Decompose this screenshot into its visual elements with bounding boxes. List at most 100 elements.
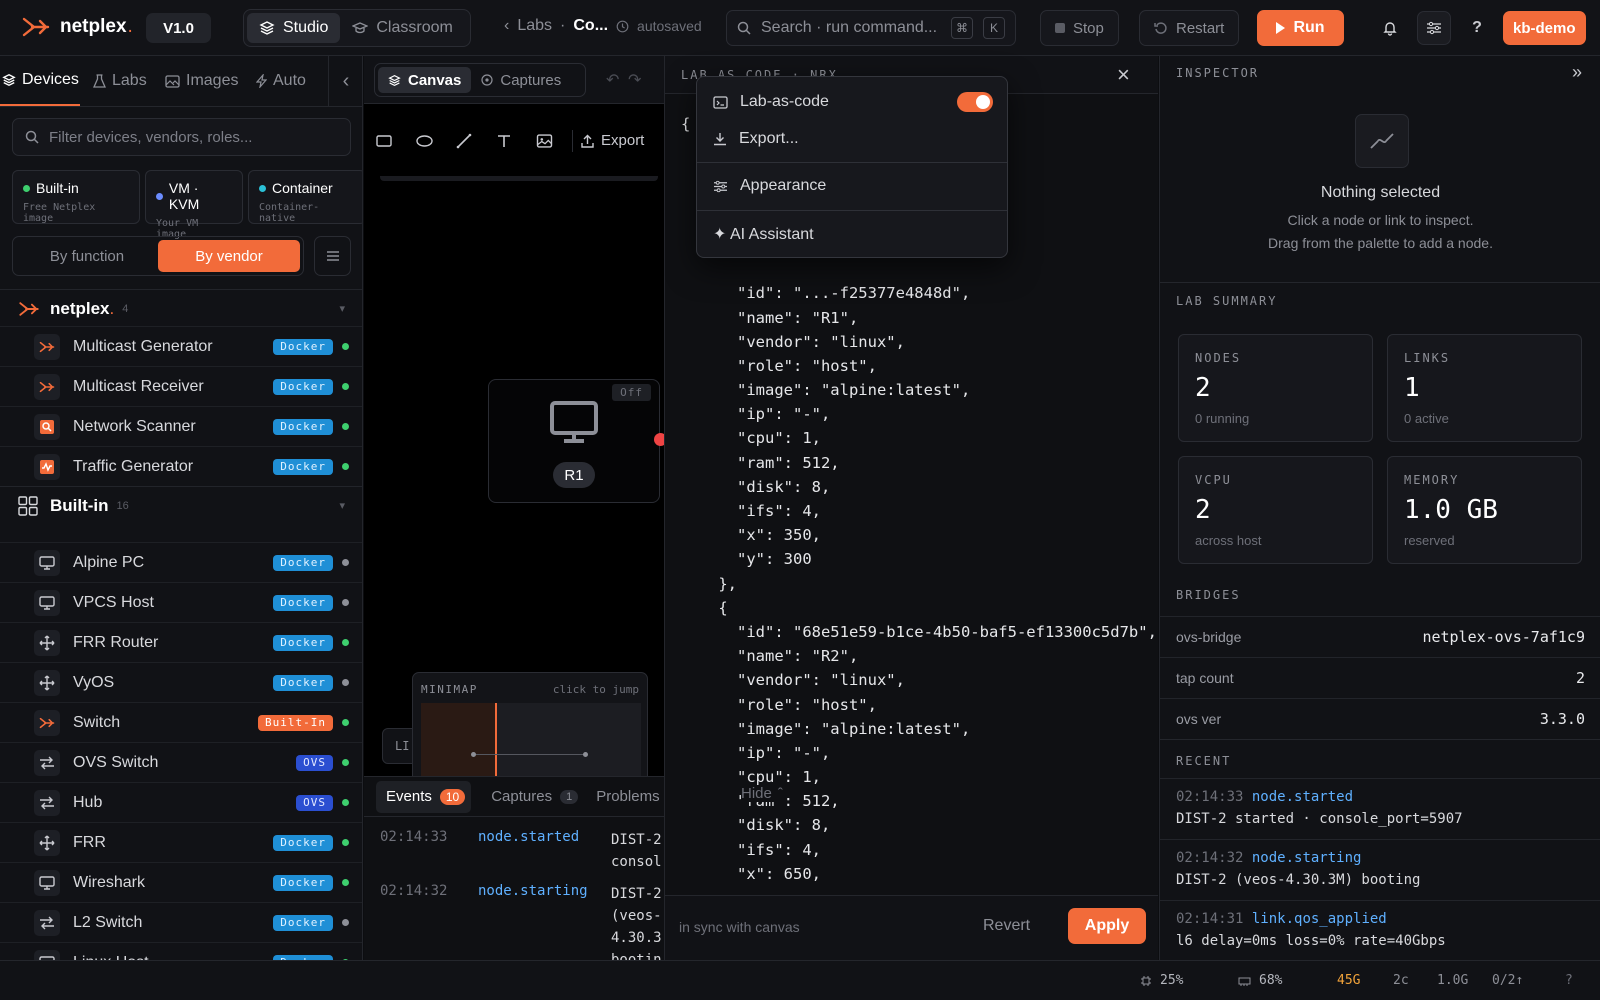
device-item-switch[interactable]: Switch Built-In bbox=[0, 702, 362, 742]
export-canvas-button[interactable]: Export bbox=[581, 132, 644, 149]
event-time: 02:14:33 bbox=[380, 829, 448, 845]
run-button[interactable]: Run bbox=[1257, 10, 1344, 46]
device-item-frr-router[interactable]: FRR Router Docker bbox=[0, 622, 362, 662]
device-name: L2 Switch bbox=[73, 913, 143, 931]
expand-inspector-button[interactable]: » bbox=[1572, 62, 1582, 83]
group-builtin[interactable]: Built-in 16 ▾ bbox=[0, 486, 362, 524]
menu-icon bbox=[326, 251, 339, 261]
tab-event-captures[interactable]: Captures 1 bbox=[491, 788, 579, 805]
device-name: Network Scanner bbox=[73, 417, 196, 435]
router-icon bbox=[34, 829, 60, 856]
device-item-frr[interactable]: FRR Docker bbox=[0, 822, 362, 862]
redo-icon[interactable]: ↷ bbox=[628, 70, 641, 90]
group-by-function[interactable]: By function bbox=[16, 240, 158, 272]
device-item-linux-host[interactable]: Linux HostDocker bbox=[0, 942, 362, 960]
netplex-logo-icon bbox=[34, 333, 60, 360]
image-tool[interactable] bbox=[524, 133, 564, 148]
breadcrumb-labs[interactable]: Labs bbox=[517, 17, 552, 35]
device-item-network-scanner[interactable]: Network Scanner Docker bbox=[0, 406, 362, 446]
status-help[interactable]: ? bbox=[1565, 973, 1573, 988]
revert-button[interactable]: Revert bbox=[971, 908, 1042, 944]
device-item-multicast-receiver[interactable]: Multicast Receiver Docker bbox=[0, 366, 362, 406]
settings-button[interactable] bbox=[1417, 11, 1451, 45]
device-item-wireshark[interactable]: Wireshark Docker bbox=[0, 862, 362, 902]
bridges-title: BRIDGES bbox=[1176, 588, 1241, 602]
code-line: "y": 300 bbox=[681, 550, 812, 569]
status-dot bbox=[342, 719, 349, 726]
node-r1[interactable]: Off R1 bbox=[488, 379, 660, 503]
group-netplex[interactable]: netplex. 4 ▾ bbox=[0, 289, 362, 327]
apply-button[interactable]: Apply bbox=[1068, 908, 1146, 944]
line-icon bbox=[456, 133, 472, 148]
link-port-handle[interactable] bbox=[654, 433, 664, 446]
lab-as-code-toggle[interactable] bbox=[957, 92, 993, 112]
code-line: "image": "alpine:latest", bbox=[681, 719, 971, 738]
menu-item-lab-as-code[interactable]: Lab-as-code bbox=[697, 84, 1007, 120]
tab-canvas[interactable]: Canvas bbox=[378, 67, 472, 93]
monitor-icon bbox=[34, 549, 60, 576]
notifications-button[interactable] bbox=[1373, 11, 1407, 45]
undo-icon[interactable]: ↶ bbox=[606, 70, 619, 90]
device-item-hub[interactable]: Hub OVS bbox=[0, 782, 362, 822]
search-input[interactable]: Search · run command... bbox=[761, 19, 941, 37]
device-item-alpine-pc[interactable]: Alpine PC Docker bbox=[0, 542, 362, 582]
event-type[interactable]: node.starting bbox=[478, 883, 588, 899]
device-item-multicast-generator[interactable]: Multicast Generator Docker bbox=[0, 326, 362, 366]
device-badge: Docker bbox=[273, 874, 333, 891]
recent-event[interactable]: 02:14:33 node.started DIST-2 started · c… bbox=[1160, 778, 1600, 837]
status-dot bbox=[342, 559, 349, 566]
device-item-l2-switch[interactable]: L2 Switch Docker bbox=[0, 902, 362, 942]
group-by-vendor[interactable]: By vendor bbox=[158, 240, 300, 272]
breadcrumb-current[interactable]: Co... bbox=[573, 17, 608, 35]
line-tool[interactable] bbox=[444, 133, 484, 149]
rectangle-tool[interactable] bbox=[364, 134, 404, 147]
status-dot bbox=[259, 184, 266, 192]
minimap-viewport[interactable] bbox=[421, 703, 497, 776]
menu-item-ai-assistant[interactable]: ✦ AI Assistant bbox=[697, 216, 1007, 252]
tab-auto[interactable]: Auto bbox=[256, 56, 306, 106]
tab-devices[interactable]: Devices bbox=[0, 56, 80, 106]
device-item-traffic-generator[interactable]: Traffic Generator Docker bbox=[0, 446, 362, 486]
event-type[interactable]: node.started bbox=[478, 829, 579, 845]
restart-button[interactable]: Restart bbox=[1139, 10, 1240, 46]
tab-labs[interactable]: Labs bbox=[93, 56, 147, 106]
code-line: "disk": 8, bbox=[681, 816, 831, 835]
menu-item-export[interactable]: Export... bbox=[697, 121, 1007, 157]
breadcrumb: ‹ Labs · Co... autosaved bbox=[504, 17, 702, 35]
list-view-button[interactable] bbox=[314, 236, 351, 276]
topology-canvas[interactable]: Canvas Captures ↶ ↷ Export Off R1 LI vn … bbox=[364, 56, 664, 776]
tab-captures[interactable]: Captures bbox=[471, 67, 571, 93]
stop-button[interactable]: Stop bbox=[1040, 10, 1119, 46]
device-item-vyos[interactable]: VyOS Docker bbox=[0, 662, 362, 702]
minimap[interactable]: MINIMAP click to jump bbox=[412, 672, 648, 776]
kind-builtin[interactable]: Built-in Free Netplex image bbox=[12, 170, 140, 224]
device-item-ovs-switch[interactable]: OVS Switch OVS bbox=[0, 742, 362, 782]
tab-classroom[interactable]: Classroom bbox=[340, 13, 464, 43]
text-tool[interactable] bbox=[484, 134, 524, 148]
command-search[interactable]: Search · run command... ⌘ K bbox=[726, 10, 1016, 46]
tab-studio[interactable]: Studio bbox=[247, 13, 341, 43]
tab-events[interactable]: Events 10 bbox=[376, 780, 472, 813]
recent-event[interactable]: 02:14:31 link.qos_applied l6 delay=0ms l… bbox=[1160, 900, 1600, 959]
device-filter-input[interactable]: Filter devices, vendors, roles... bbox=[12, 118, 351, 156]
kind-container[interactable]: Container Container-native bbox=[248, 170, 362, 224]
lab-summary-title: LAB SUMMARY bbox=[1176, 294, 1278, 308]
ellipse-tool[interactable] bbox=[404, 134, 444, 147]
help-button[interactable]: ? bbox=[1460, 11, 1494, 45]
menu-item-appearance[interactable]: Appearance bbox=[697, 168, 1007, 204]
recent-event[interactable]: 02:14:32 node.starting DIST-2 (veos-4.30… bbox=[1160, 839, 1600, 898]
close-editor-button[interactable]: × bbox=[1117, 62, 1130, 88]
collapse-panel-button[interactable]: ‹ bbox=[328, 56, 362, 106]
brand[interactable]: netplex. bbox=[22, 16, 133, 38]
target-icon bbox=[481, 74, 493, 86]
code-line: "y": 300 bbox=[681, 886, 1157, 892]
kind-vm[interactable]: VM · KVM Your VM image bbox=[145, 170, 243, 240]
chevron-left-icon[interactable]: ‹ bbox=[504, 17, 509, 35]
hide-panel-button[interactable]: Hide ˆ bbox=[741, 785, 783, 802]
device-item-vpcs-host[interactable]: VPCS Host Docker bbox=[0, 582, 362, 622]
user-menu[interactable]: kb-demo bbox=[1503, 11, 1586, 45]
tab-images[interactable]: Images bbox=[165, 56, 238, 106]
tab-problems[interactable]: Problems 1 bbox=[596, 788, 664, 805]
group-by-segment: By function By vendor bbox=[12, 236, 304, 276]
load-value: 1.0G bbox=[1437, 973, 1469, 988]
